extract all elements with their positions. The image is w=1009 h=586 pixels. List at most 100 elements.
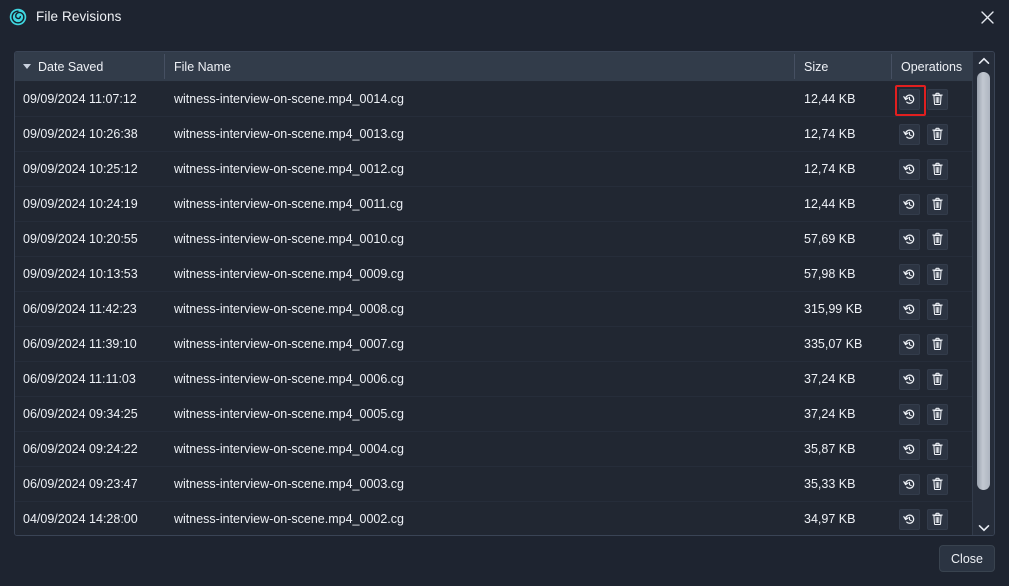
cell-operations <box>891 404 973 425</box>
table-row[interactable]: 09/09/2024 11:07:12witness-interview-on-… <box>15 82 973 117</box>
delete-button[interactable] <box>927 334 948 355</box>
cell-file-name: witness-interview-on-scene.mp4_0006.cg <box>164 372 794 386</box>
scrollbar-thumb[interactable] <box>977 72 990 490</box>
table-row[interactable]: 06/09/2024 09:24:22witness-interview-on-… <box>15 432 973 467</box>
restore-button[interactable] <box>899 404 920 425</box>
cell-size: 57,98 KB <box>794 267 891 281</box>
table-row[interactable]: 04/09/2024 14:28:00witness-interview-on-… <box>15 502 973 536</box>
restore-icon <box>903 233 916 246</box>
restore-button[interactable] <box>899 159 920 180</box>
trash-icon <box>931 337 944 351</box>
restore-button[interactable] <box>899 439 920 460</box>
table-row[interactable]: 06/09/2024 11:39:10witness-interview-on-… <box>15 327 973 362</box>
delete-button[interactable] <box>927 124 948 145</box>
column-header-date-saved-label: Date Saved <box>38 60 103 74</box>
cell-operations <box>891 194 973 215</box>
trash-icon <box>931 407 944 421</box>
restore-icon <box>903 198 916 211</box>
delete-button[interactable] <box>927 159 948 180</box>
cell-date-saved: 04/09/2024 14:28:00 <box>15 512 164 526</box>
cell-date-saved: 06/09/2024 11:42:23 <box>15 302 164 316</box>
restore-button[interactable] <box>899 89 920 110</box>
cell-operations <box>891 369 973 390</box>
cell-date-saved: 06/09/2024 11:11:03 <box>15 372 164 386</box>
title-bar: File Revisions <box>0 0 1009 33</box>
revisions-table: Date Saved File Name Size Operations 09/… <box>15 52 973 536</box>
restore-button[interactable] <box>899 264 920 285</box>
restore-icon <box>903 268 916 281</box>
delete-button[interactable] <box>927 404 948 425</box>
delete-button[interactable] <box>927 439 948 460</box>
delete-button[interactable] <box>927 369 948 390</box>
restore-button[interactable] <box>899 124 920 145</box>
cell-file-name: witness-interview-on-scene.mp4_0014.cg <box>164 92 794 106</box>
delete-button[interactable] <box>927 194 948 215</box>
restore-button[interactable] <box>899 194 920 215</box>
table-row[interactable]: 06/09/2024 11:42:23witness-interview-on-… <box>15 292 973 327</box>
cell-operations <box>891 229 973 250</box>
cell-operations <box>891 264 973 285</box>
trash-icon <box>931 442 944 456</box>
column-header-size-label: Size <box>804 60 828 74</box>
delete-button[interactable] <box>927 264 948 285</box>
delete-button[interactable] <box>927 89 948 110</box>
trash-icon <box>931 372 944 386</box>
cell-date-saved: 09/09/2024 10:20:55 <box>15 232 164 246</box>
sort-descending-icon <box>23 64 31 69</box>
cell-file-name: witness-interview-on-scene.mp4_0013.cg <box>164 127 794 141</box>
trash-icon <box>931 127 944 141</box>
cell-size: 12,44 KB <box>794 197 891 211</box>
column-header-operations-label: Operations <box>901 60 962 74</box>
restore-button[interactable] <box>899 474 920 495</box>
cell-size: 12,74 KB <box>794 162 891 176</box>
vertical-scrollbar[interactable] <box>972 52 994 536</box>
trash-icon <box>931 162 944 176</box>
trash-icon <box>931 267 944 281</box>
cell-size: 335,07 KB <box>794 337 891 351</box>
cell-date-saved: 06/09/2024 11:39:10 <box>15 337 164 351</box>
table-row[interactable]: 06/09/2024 11:11:03witness-interview-on-… <box>15 362 973 397</box>
window-close-button[interactable] <box>972 3 1002 31</box>
table-row[interactable]: 09/09/2024 10:26:38witness-interview-on-… <box>15 117 973 152</box>
restore-button[interactable] <box>899 369 920 390</box>
scroll-down-button[interactable] <box>973 519 995 536</box>
restore-button[interactable] <box>899 334 920 355</box>
restore-icon <box>903 408 916 421</box>
restore-icon <box>903 128 916 141</box>
table-row[interactable]: 06/09/2024 09:23:47witness-interview-on-… <box>15 467 973 502</box>
cell-operations <box>891 124 973 145</box>
cell-date-saved: 09/09/2024 10:26:38 <box>15 127 164 141</box>
column-header-file-name[interactable]: File Name <box>164 52 794 81</box>
restore-icon <box>903 93 916 106</box>
revisions-panel: Date Saved File Name Size Operations 09/… <box>14 51 995 536</box>
restore-button[interactable] <box>899 299 920 320</box>
delete-button[interactable] <box>927 299 948 320</box>
cell-operations <box>891 334 973 355</box>
window-title: File Revisions <box>36 9 121 24</box>
restore-icon <box>903 338 916 351</box>
restore-icon <box>903 443 916 456</box>
table-row[interactable]: 09/09/2024 10:24:19witness-interview-on-… <box>15 187 973 222</box>
column-header-date-saved[interactable]: Date Saved <box>15 52 164 81</box>
scroll-up-button[interactable] <box>973 52 995 70</box>
cell-file-name: witness-interview-on-scene.mp4_0009.cg <box>164 267 794 281</box>
scrollbar-track[interactable] <box>973 70 995 519</box>
column-header-file-name-label: File Name <box>174 60 231 74</box>
table-row[interactable]: 09/09/2024 10:20:55witness-interview-on-… <box>15 222 973 257</box>
table-row[interactable]: 09/09/2024 10:25:12witness-interview-on-… <box>15 152 973 187</box>
table-header-row: Date Saved File Name Size Operations <box>15 52 973 82</box>
delete-button[interactable] <box>927 229 948 250</box>
cell-file-name: witness-interview-on-scene.mp4_0008.cg <box>164 302 794 316</box>
column-header-size[interactable]: Size <box>794 52 891 81</box>
delete-button[interactable] <box>927 474 948 495</box>
table-row[interactable]: 09/09/2024 10:13:53witness-interview-on-… <box>15 257 973 292</box>
column-header-operations[interactable]: Operations <box>891 52 973 81</box>
restore-button[interactable] <box>899 509 920 530</box>
cell-date-saved: 09/09/2024 10:13:53 <box>15 267 164 281</box>
restore-icon <box>903 373 916 386</box>
delete-button[interactable] <box>927 509 948 530</box>
cell-size: 35,33 KB <box>794 477 891 491</box>
table-row[interactable]: 06/09/2024 09:34:25witness-interview-on-… <box>15 397 973 432</box>
restore-button[interactable] <box>899 229 920 250</box>
close-button[interactable]: Close <box>939 545 995 572</box>
